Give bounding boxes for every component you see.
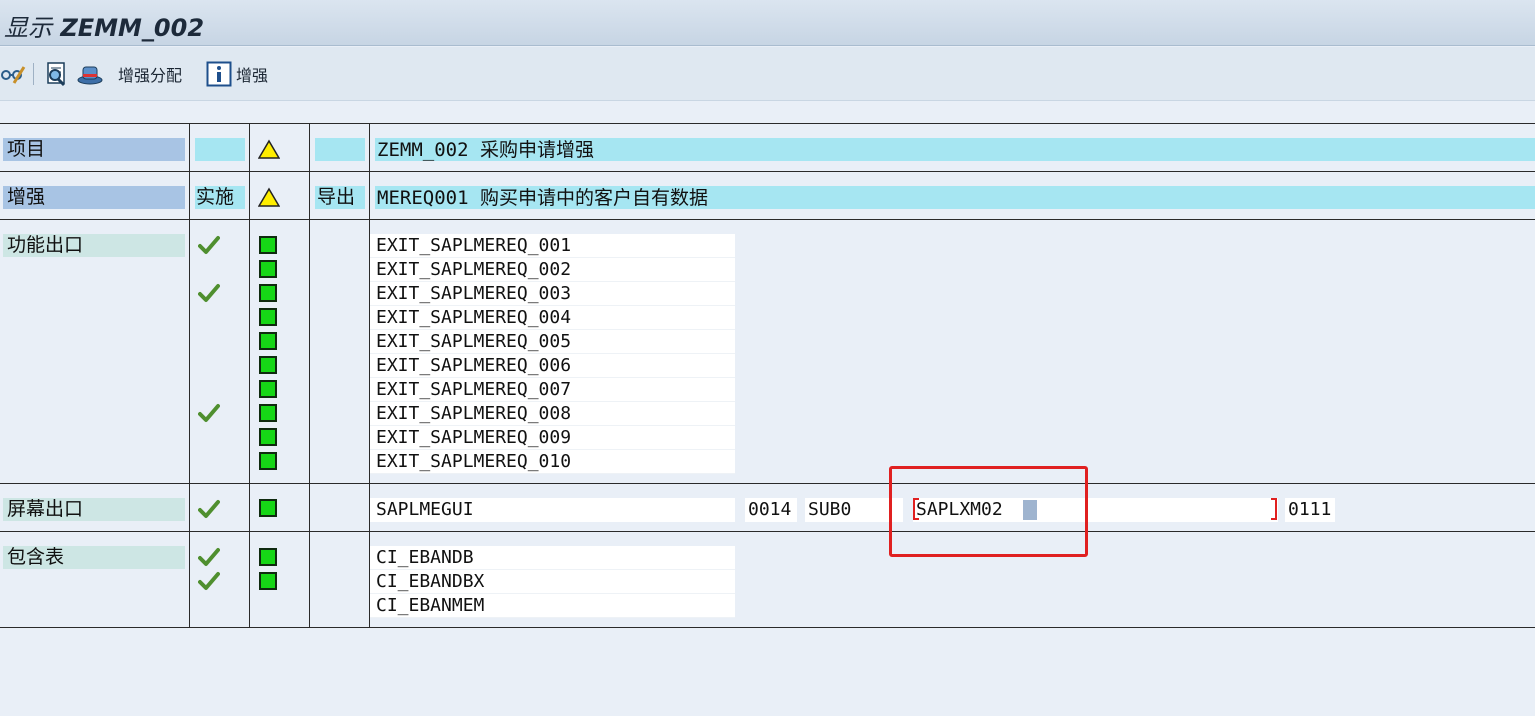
find-object-icon <box>47 62 66 87</box>
function-exit-item[interactable]: EXIT_SAPLMEREQ_006 <box>370 354 735 378</box>
grid-line <box>0 123 1535 124</box>
warning-icon <box>258 139 280 159</box>
other-object-button[interactable] <box>76 61 104 87</box>
screen-exits-label: 屏幕出口 <box>3 498 185 521</box>
status-active-icon <box>259 380 277 398</box>
enhancement-label: 增强 <box>3 186 185 209</box>
check-icon <box>198 500 220 518</box>
status-active-icon <box>259 308 277 326</box>
title-prefix: 显示 <box>4 14 52 42</box>
called-screen-field[interactable]: 0111 <box>1285 498 1335 522</box>
project-impl-cell <box>195 138 245 161</box>
function-exit-item[interactable]: EXIT_SAPLMEREQ_002 <box>370 258 735 282</box>
include-table-list: CI_EBANDB CI_EBANDBX CI_EBANMEM <box>370 546 735 618</box>
export-header: 导出 <box>315 186 365 209</box>
status-active-icon <box>259 428 277 446</box>
function-exit-list: EXIT_SAPLMEREQ_001 EXIT_SAPLMEREQ_002 EX… <box>370 234 735 474</box>
display-change-button[interactable] <box>0 61 26 87</box>
grid-line <box>249 123 250 628</box>
annotation-highlight-box <box>889 466 1088 557</box>
enhancement-assignment-button[interactable]: 增强分配 <box>118 61 182 87</box>
function-exit-item[interactable]: EXIT_SAPLMEREQ_008 <box>370 402 735 426</box>
function-exit-item[interactable]: EXIT_SAPLMEREQ_009 <box>370 426 735 450</box>
check-icon <box>198 404 220 422</box>
screen-exit-number[interactable]: 0014 <box>745 498 797 522</box>
object-list-button[interactable] <box>42 61 70 87</box>
include-table-item[interactable]: CI_EBANDB <box>370 546 735 570</box>
grid-line <box>0 483 1535 484</box>
function-exit-item[interactable]: EXIT_SAPLMEREQ_001 <box>370 234 735 258</box>
grid-line <box>0 531 1535 532</box>
glasses-icon <box>1 66 26 84</box>
hat-icon <box>77 66 103 85</box>
status-active-icon <box>259 260 277 278</box>
grid-line <box>0 627 1535 628</box>
status-active-icon <box>259 572 277 590</box>
function-exit-item[interactable]: EXIT_SAPLMEREQ_010 <box>370 450 735 474</box>
enhancement-info-button[interactable]: 增强 <box>206 61 268 87</box>
include-table-item[interactable]: CI_EBANDBX <box>370 570 735 594</box>
status-active-icon <box>259 236 277 254</box>
enhancement-project-table: 项目 ZEMM_002 采购申请增强 增强 实施 导出 MEREQ001 购买申… <box>0 123 1535 628</box>
status-active-icon <box>259 356 277 374</box>
check-icon <box>198 236 220 254</box>
field-highlight-bracket <box>1271 498 1277 520</box>
status-active-icon <box>259 404 277 422</box>
project-value[interactable]: ZEMM_002 采购申请增强 <box>375 138 1535 161</box>
warning-icon <box>258 187 280 207</box>
screen-exit-program[interactable]: SAPLMEGUI <box>370 498 735 522</box>
grid-line <box>0 219 1535 220</box>
include-table-item[interactable]: CI_EBANMEM <box>370 594 735 618</box>
application-toolbar: 增强分配 增强 <box>0 47 1535 101</box>
include-tables-label: 包含表 <box>3 546 185 569</box>
project-label: 项目 <box>3 138 185 161</box>
info-icon <box>206 61 232 87</box>
grid-line <box>309 123 310 628</box>
function-exit-item[interactable]: EXIT_SAPLMEREQ_004 <box>370 306 735 330</box>
status-active-icon <box>259 548 277 566</box>
status-active-icon <box>259 452 277 470</box>
function-exit-item[interactable]: EXIT_SAPLMEREQ_005 <box>370 330 735 354</box>
title-code: ZEMM_002 <box>60 14 205 42</box>
status-active-icon <box>259 332 277 350</box>
function-exit-item[interactable]: EXIT_SAPLMEREQ_003 <box>370 282 735 306</box>
status-active-icon <box>259 499 277 517</box>
window-title: 显示 ZEMM_002 <box>4 8 204 43</box>
check-icon <box>198 572 220 590</box>
enhancement-info-label: 增强 <box>236 66 269 85</box>
function-exits-label: 功能出口 <box>3 234 185 257</box>
grid-line <box>0 171 1535 172</box>
enhancement-value[interactable]: MEREQ001 购买申请中的客户自有数据 <box>375 186 1535 209</box>
status-active-icon <box>259 284 277 302</box>
enhancement-assignment-label: 增强分配 <box>118 66 183 85</box>
implementation-header: 实施 <box>195 186 245 209</box>
function-exit-item[interactable]: EXIT_SAPLMEREQ_007 <box>370 378 735 402</box>
title-bar: 显示 ZEMM_002 <box>0 0 1535 46</box>
check-icon <box>198 284 220 302</box>
project-export-cell <box>315 138 365 161</box>
grid-line <box>189 123 190 628</box>
check-icon <box>198 548 220 566</box>
toolbar-separator <box>33 63 34 85</box>
